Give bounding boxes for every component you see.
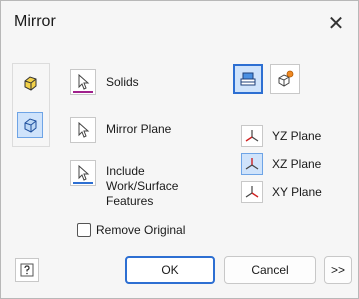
mirror-solids-icon (24, 118, 37, 133)
cancel-button[interactable]: Cancel (224, 256, 316, 284)
title-bar: Mirror ✕ (1, 1, 358, 45)
mirror-dialog: Mirror ✕ Solids Mirror Plane Include Wor… (0, 0, 359, 299)
solids-accent-bar (73, 91, 93, 93)
xy-plane-label: XY Plane (272, 185, 322, 199)
mirror-plane-label: Mirror Plane (106, 122, 172, 136)
include-label: Include Work/Surface Features (106, 164, 178, 209)
ok-button[interactable]: OK (125, 256, 215, 284)
include-label-line: Include (106, 164, 145, 178)
new-body-icon (240, 72, 256, 86)
remove-original-option[interactable]: Remove Original (77, 223, 185, 237)
xz-plane-label: XZ Plane (272, 157, 322, 171)
xy-plane-icon (245, 186, 259, 198)
help-icon (20, 263, 34, 277)
yz-plane-label: YZ Plane (272, 129, 322, 143)
include-select-button[interactable] (70, 160, 96, 186)
solids-select-button[interactable] (70, 69, 96, 95)
select-cursor-icon (78, 165, 90, 181)
select-cursor-icon (78, 122, 90, 138)
remove-original-label: Remove Original (96, 223, 186, 237)
select-cursor-icon (78, 74, 90, 90)
help-button[interactable] (15, 258, 39, 282)
mirror-features-button[interactable] (17, 70, 43, 96)
remove-original-checkbox[interactable] (77, 223, 91, 237)
yz-plane-button[interactable] (241, 125, 263, 147)
plane-option-yz[interactable]: YZ Plane (241, 125, 321, 147)
include-accent-bar (73, 182, 93, 184)
xy-plane-button[interactable] (241, 181, 263, 203)
more-button[interactable]: >> (324, 256, 352, 284)
xz-plane-button[interactable] (241, 153, 263, 175)
mirror-plane-selector-row: Mirror Plane (70, 117, 171, 143)
mode-group (12, 63, 50, 147)
close-button[interactable]: ✕ (314, 1, 358, 45)
solids-label: Solids (106, 75, 139, 89)
solids-selector-row: Solids (70, 69, 139, 95)
new-body-button[interactable] (233, 64, 263, 94)
window-title: Mirror (14, 13, 56, 30)
mirror-features-icon (24, 76, 37, 91)
join-icon (278, 70, 294, 87)
plane-option-xy[interactable]: XY Plane (241, 181, 322, 203)
operation-buttons (233, 64, 300, 94)
mirror-plane-select-button[interactable] (70, 117, 96, 143)
join-button[interactable] (270, 64, 300, 94)
yz-plane-icon (245, 130, 259, 142)
include-selector-row: Include Work/Surface Features (70, 160, 178, 209)
include-label-line: Features (106, 194, 154, 208)
include-label-line: Work/Surface (106, 179, 179, 193)
xz-plane-icon (245, 158, 259, 170)
mirror-solids-button[interactable] (17, 112, 43, 138)
plane-option-xz[interactable]: XZ Plane (241, 153, 321, 175)
